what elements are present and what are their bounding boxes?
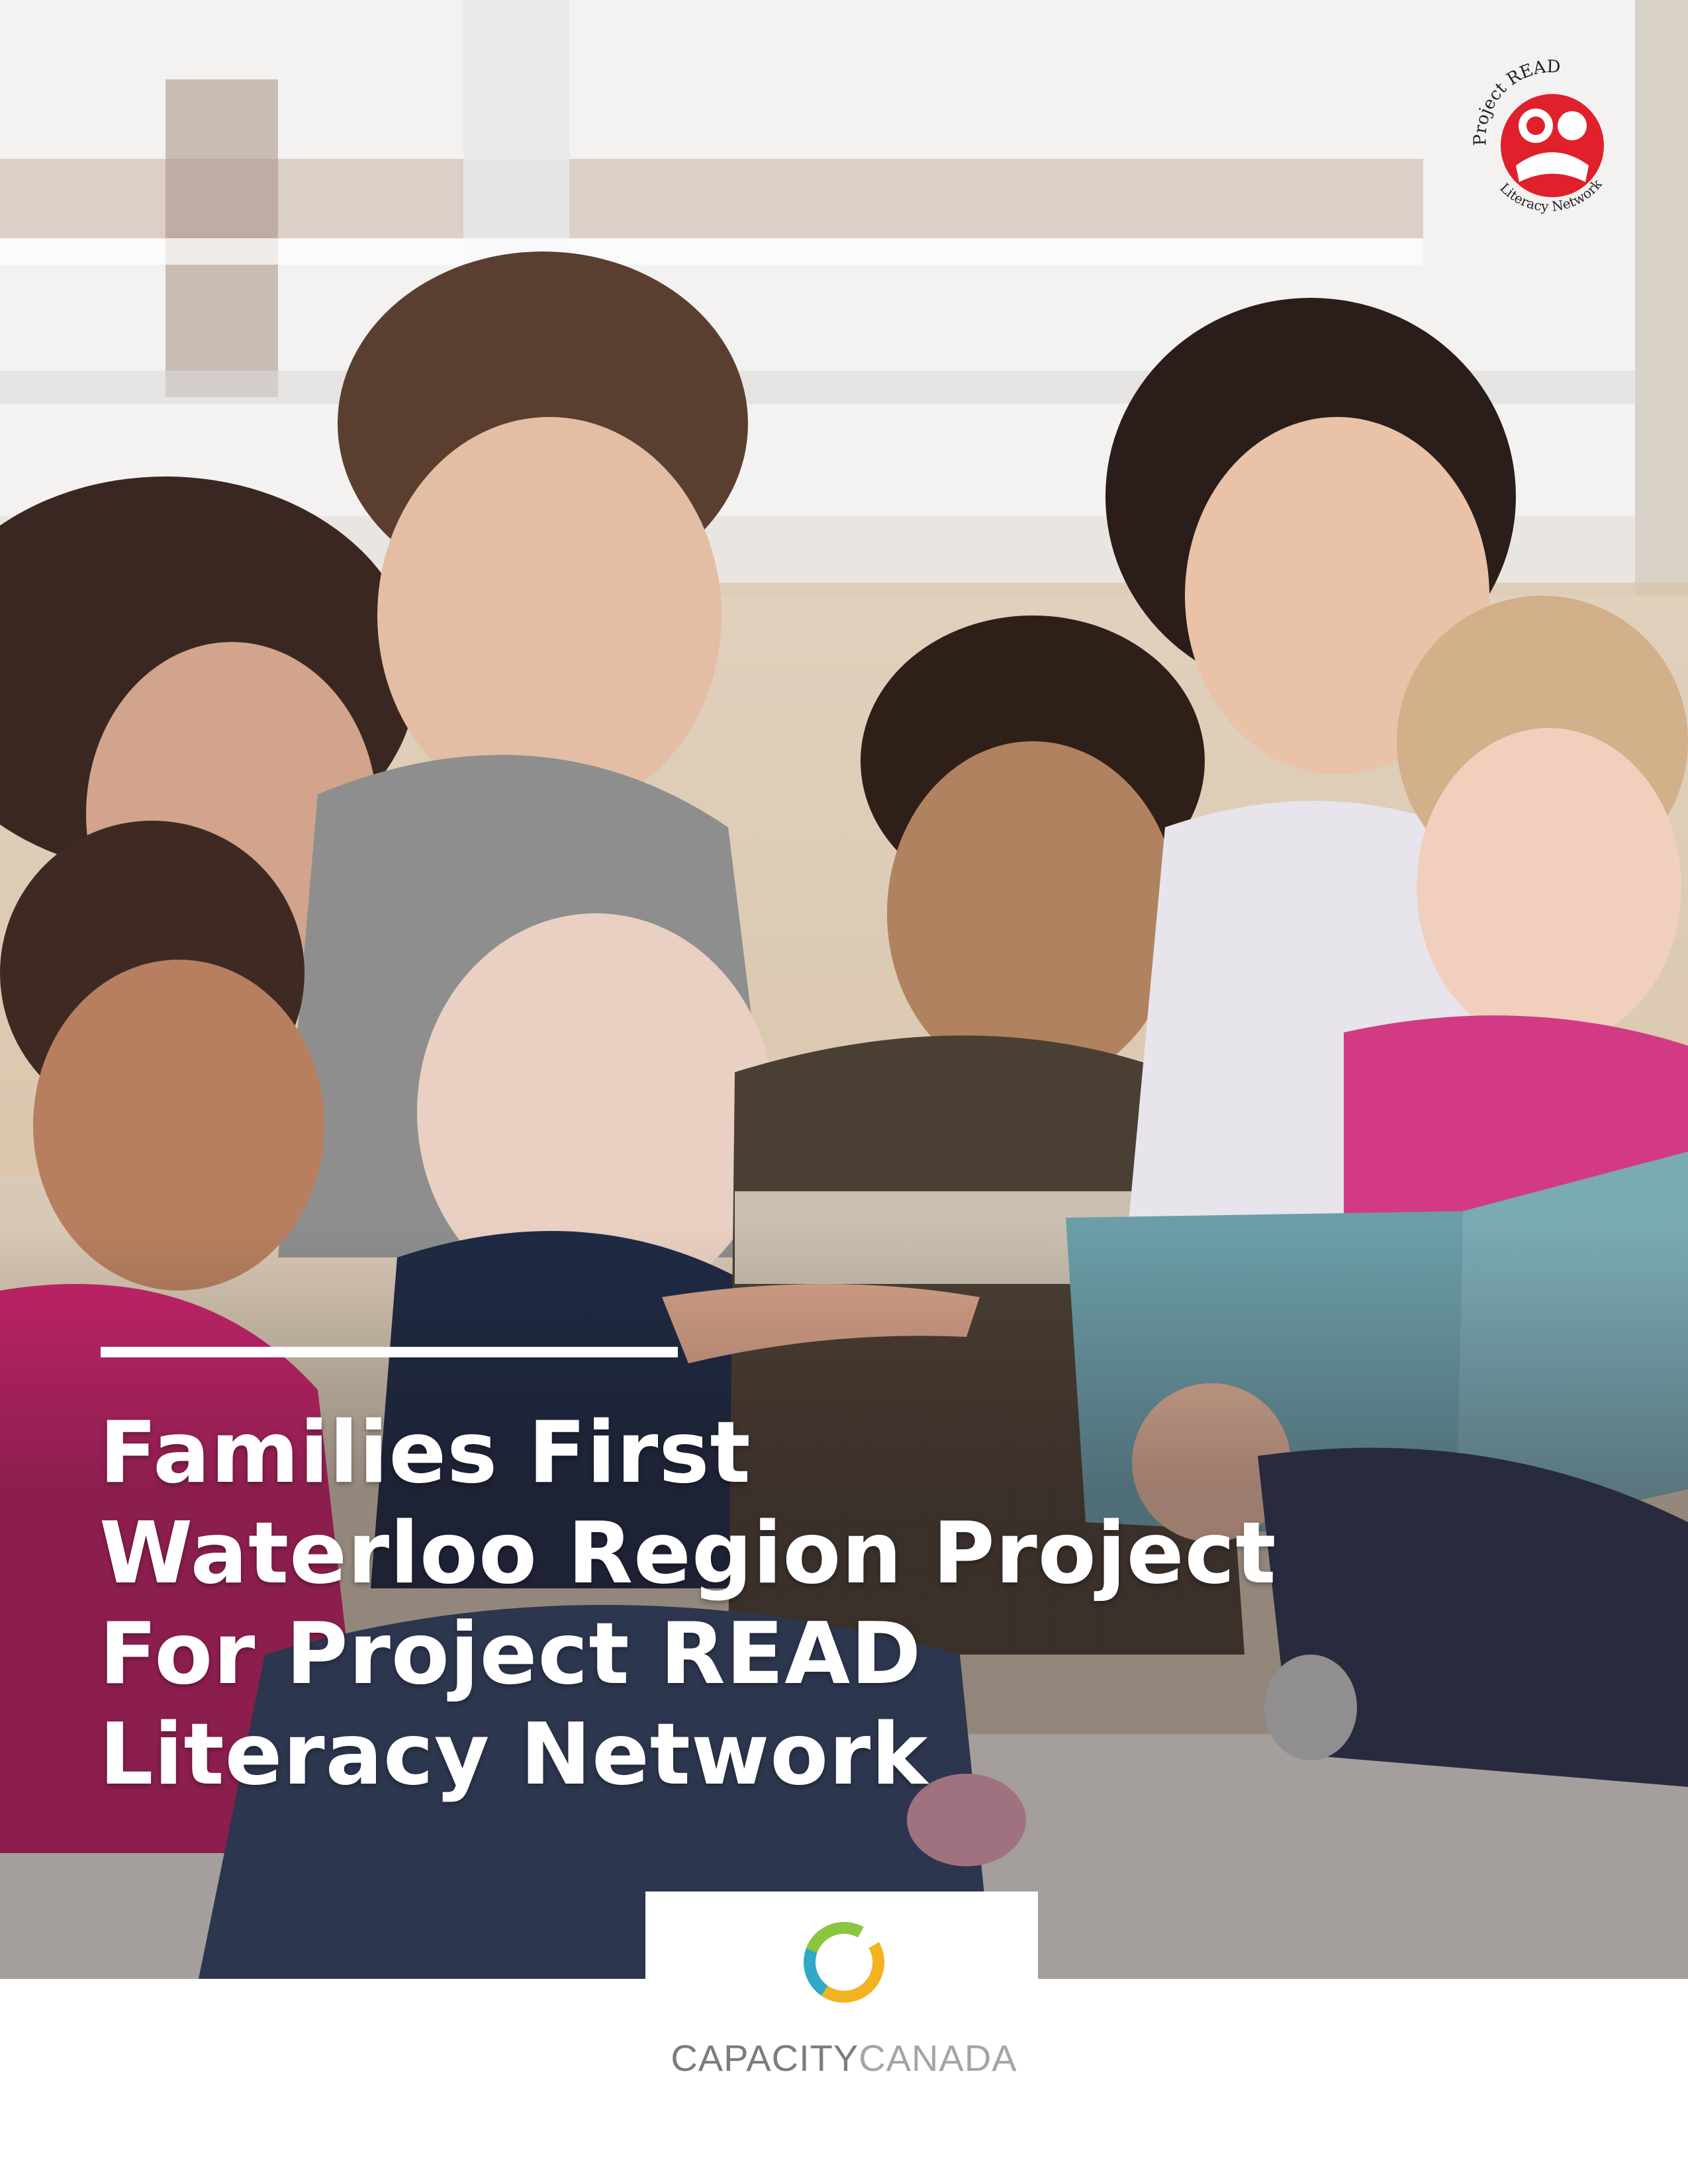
title-line-3: For Project READ [99, 1605, 922, 1704]
canada-word: CANADA [859, 2037, 1017, 2079]
project-read-logo: Project READ Literacy Network [1460, 46, 1638, 225]
title-rule [101, 1347, 678, 1357]
bottom-band [0, 1979, 1688, 2184]
title-line-1: Families First [99, 1404, 751, 1502]
capacity-canada-wordmark: CAPACITYCANADA [596, 2035, 1092, 2081]
capacity-canada-ring-icon [803, 1922, 884, 2003]
title-line-4: Literacy Network [99, 1706, 929, 1804]
capacity-word: CAPACITY [671, 2037, 859, 2079]
title-line-2: Waterloo Region Project [99, 1504, 1277, 1603]
project-read-logo-icon: Project READ Literacy Network [1470, 57, 1605, 214]
cover-title: Families First Waterloo Region Project F… [99, 1403, 1357, 1805]
